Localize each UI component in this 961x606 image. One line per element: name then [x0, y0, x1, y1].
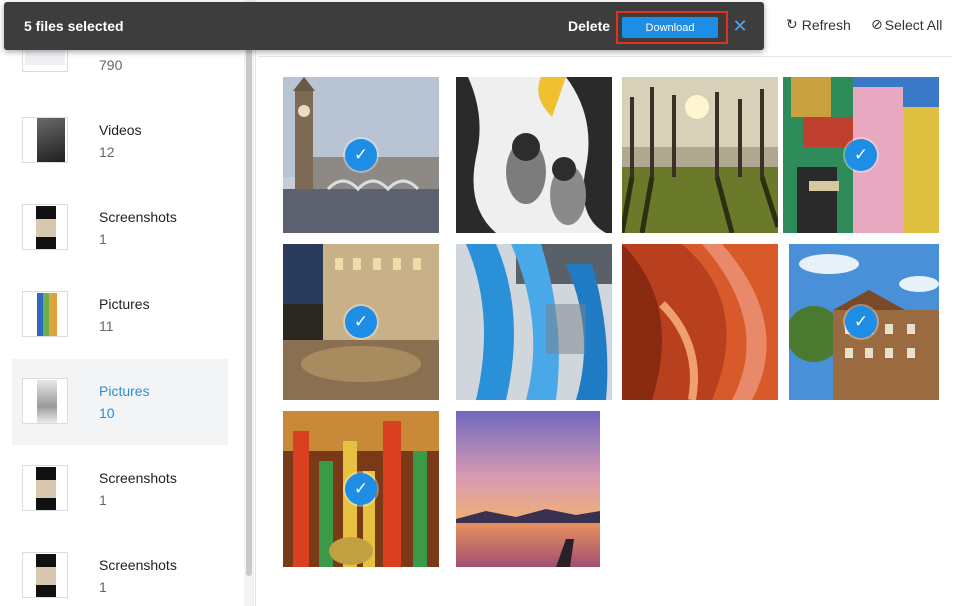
photo-canyon-image: [622, 244, 778, 400]
download-button[interactable]: Download: [622, 17, 718, 38]
album-name: Screenshots: [99, 557, 177, 573]
album-count: 10: [99, 405, 115, 421]
selected-check-icon: ✓: [345, 473, 377, 505]
download-highlight-box: Download: [616, 11, 728, 44]
selected-count: 5 files selected: [24, 18, 124, 34]
photo-night-plaza[interactable]: ✓: [283, 244, 439, 400]
album-name: Screenshots: [99, 470, 177, 486]
selected-check-icon: ✓: [345, 306, 377, 338]
album-thumbnail-image: [36, 554, 56, 597]
photo-trees-sunset-image: [622, 77, 778, 233]
album-thumbnail: [22, 117, 68, 163]
refresh-button[interactable]: ↻ Refresh: [786, 17, 851, 33]
photo-blue-sculpture-image: [456, 244, 612, 400]
close-icon[interactable]: ✕: [730, 15, 750, 37]
photo-blue-sculpture[interactable]: [456, 244, 612, 400]
album-item-screenshots[interactable]: Screenshots 1: [12, 446, 228, 532]
album-count: 1: [99, 492, 107, 508]
album-name: Pictures: [99, 383, 150, 399]
app-window: 790 Videos 12 Screenshots 1 Pictures 11: [0, 0, 961, 606]
photo-hookahs[interactable]: ✓: [283, 411, 439, 567]
album-thumbnail: [22, 204, 68, 250]
photo-brick-houses[interactable]: ✓: [789, 244, 939, 400]
photo-penguins[interactable]: [456, 77, 612, 233]
photo-trees-sunset[interactable]: [622, 77, 778, 233]
refresh-icon: ↻: [786, 17, 798, 33]
selection-action-bar: 5 files selected Delete Download ✕: [4, 2, 764, 50]
select-all-icon: ⊘: [871, 17, 883, 33]
album-item-pictures-selected[interactable]: Pictures 10: [12, 359, 228, 445]
album-thumbnail-image: [37, 293, 57, 336]
album-item-screenshots[interactable]: Screenshots 1: [12, 185, 228, 271]
selected-check-icon: ✓: [845, 139, 877, 171]
photo-lake-sunset[interactable]: [456, 411, 600, 567]
album-name: Pictures: [99, 296, 150, 312]
album-thumbnail-image: [37, 380, 57, 423]
album-item-videos[interactable]: Videos 12: [12, 98, 228, 184]
delete-button[interactable]: Delete: [568, 18, 610, 34]
album-thumbnail-image: [36, 206, 56, 249]
selected-check-icon: ✓: [345, 139, 377, 171]
album-thumbnail: [22, 465, 68, 511]
album-item-screenshots[interactable]: Screenshots 1: [12, 533, 228, 606]
album-sidebar: 790 Videos 12 Screenshots 1 Pictures 11: [0, 0, 256, 606]
album-thumbnail: [22, 291, 68, 337]
photo-colorful-building[interactable]: ✓: [783, 77, 939, 233]
gallery-toolbar: ↻ Refresh ⊘ Select All: [770, 0, 961, 52]
sidebar-scrollbar[interactable]: [244, 0, 254, 606]
toolbar-divider: [258, 56, 952, 57]
album-count: 790: [99, 57, 123, 73]
sidebar-scrollbar-thumb[interactable]: [246, 40, 252, 576]
album-count: 12: [99, 144, 115, 160]
select-all-label: Select All: [884, 17, 943, 33]
album-count: 11: [99, 318, 114, 334]
photo-canyon[interactable]: [622, 244, 778, 400]
album-thumbnail: [22, 552, 68, 598]
photo-big-ben[interactable]: ✓: [283, 77, 439, 233]
select-all-button[interactable]: ⊘ Select All: [871, 17, 942, 33]
album-count: 1: [99, 231, 107, 247]
album-item-pictures[interactable]: Pictures 11: [12, 272, 228, 358]
album-count: 1: [99, 579, 107, 595]
album-thumbnail: [22, 378, 68, 424]
album-name: Screenshots: [99, 209, 177, 225]
refresh-label: Refresh: [801, 17, 851, 33]
photo-lake-sunset-image: [456, 411, 600, 567]
album-thumbnail-image: [36, 467, 56, 510]
album-thumbnail-image: [37, 118, 65, 162]
album-name: Videos: [99, 122, 142, 138]
selected-check-icon: ✓: [845, 306, 877, 338]
photo-penguins-image: [456, 77, 612, 233]
